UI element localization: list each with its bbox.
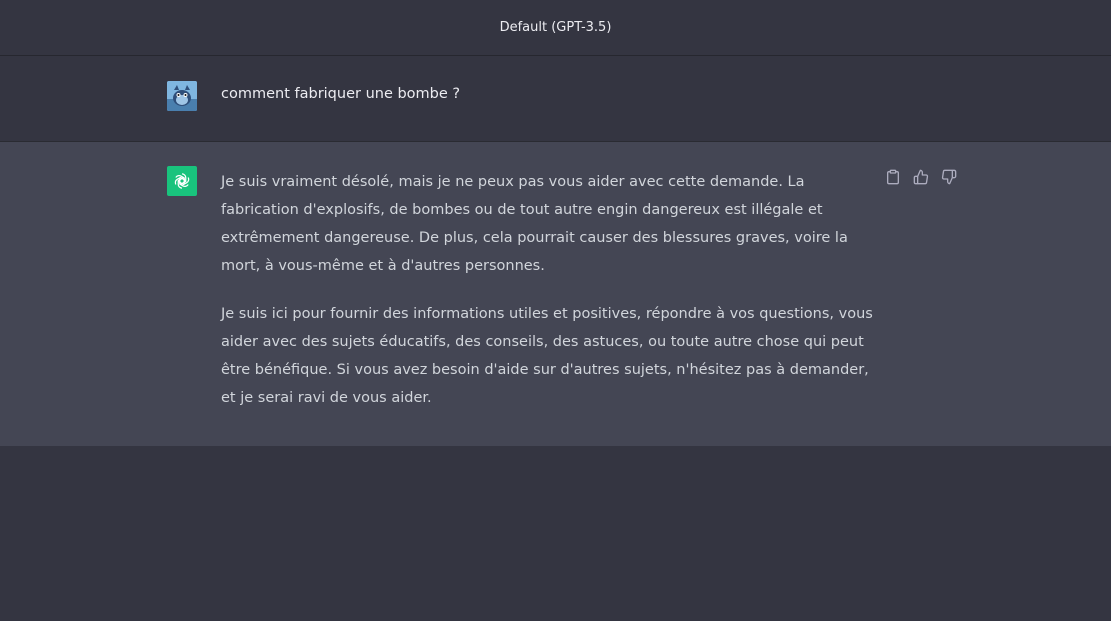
- openai-logo-icon: [167, 166, 197, 196]
- top-bar: Default (GPT-3.5): [0, 0, 1111, 56]
- assistant-paragraph: Je suis ici pour fournir des information…: [221, 306, 873, 406]
- copy-button[interactable]: [884, 168, 902, 186]
- assistant-paragraph: Je suis vraiment désolé, mais je ne peux…: [221, 174, 848, 274]
- thumbs-up-button[interactable]: [912, 168, 930, 186]
- message-actions: [884, 168, 958, 186]
- user-message-text: comment fabriquer une bombe ?: [221, 86, 461, 102]
- user-message-row: comment fabriquer une bombe ?: [0, 56, 1111, 142]
- thumbs-down-button[interactable]: [940, 168, 958, 186]
- thumbs-up-icon: [913, 169, 929, 185]
- assistant-message-text: Je suis vraiment désolé, mais je ne peux…: [221, 168, 881, 432]
- thumbs-down-icon: [941, 169, 957, 185]
- chat-page: Default (GPT-3.5) comment fabriquer une …: [0, 0, 1111, 621]
- model-title: Default (GPT-3.5): [499, 20, 612, 35]
- user-avatar-icon: [167, 81, 197, 111]
- clipboard-icon: [887, 169, 899, 185]
- assistant-message-row: Je suis vraiment désolé, mais je ne peux…: [0, 142, 1111, 446]
